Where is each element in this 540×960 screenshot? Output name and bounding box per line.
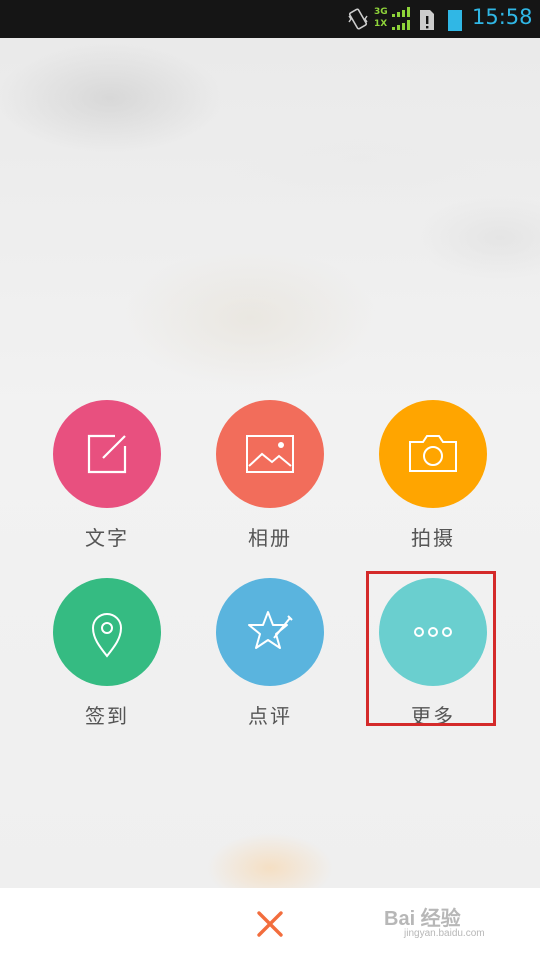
- vibrate-icon: [348, 8, 368, 30]
- star-pen-icon: [248, 611, 293, 649]
- image-icon: [246, 435, 294, 473]
- action-circle[interactable]: [216, 578, 324, 686]
- action-review[interactable]: 点评: [200, 578, 340, 729]
- action-text[interactable]: 文字: [37, 400, 177, 551]
- network-3g-label: 3G: [374, 7, 388, 17]
- network-1x-label: 1X: [374, 19, 388, 29]
- close-icon[interactable]: [252, 906, 288, 942]
- action-circle[interactable]: [53, 578, 161, 686]
- signal-icon: [392, 7, 410, 30]
- action-album[interactable]: 相册: [200, 400, 340, 551]
- action-checkin[interactable]: 签到: [37, 578, 177, 729]
- action-label: 拍摄: [411, 526, 455, 550]
- sim-alert-icon: [420, 10, 434, 30]
- highlight-box: [366, 571, 496, 726]
- action-circle[interactable]: [53, 400, 161, 508]
- action-label: 签到: [85, 704, 129, 728]
- watermark-main: Bai 经验: [384, 908, 461, 930]
- action-camera[interactable]: 拍摄: [363, 400, 503, 551]
- location-pin-icon: [91, 613, 123, 658]
- bottom-bar: Bai 经验 jingyan.baidu.com: [0, 888, 540, 960]
- network-indicator: 3G 1X: [374, 6, 414, 32]
- action-circle[interactable]: [216, 400, 324, 508]
- status-bar: 3G 1X 15:58: [0, 0, 540, 38]
- battery-icon: [448, 10, 462, 31]
- action-label: 文字: [85, 526, 129, 550]
- watermark: Bai 经验 jingyan.baidu.com: [378, 902, 518, 946]
- watermark-sub: jingyan.baidu.com: [404, 928, 485, 939]
- action-label: 相册: [248, 526, 292, 550]
- action-label: 点评: [248, 704, 292, 728]
- action-circle[interactable]: [379, 400, 487, 508]
- status-time: 15:58: [472, 5, 533, 29]
- edit-icon: [87, 434, 127, 474]
- camera-icon: [409, 435, 457, 472]
